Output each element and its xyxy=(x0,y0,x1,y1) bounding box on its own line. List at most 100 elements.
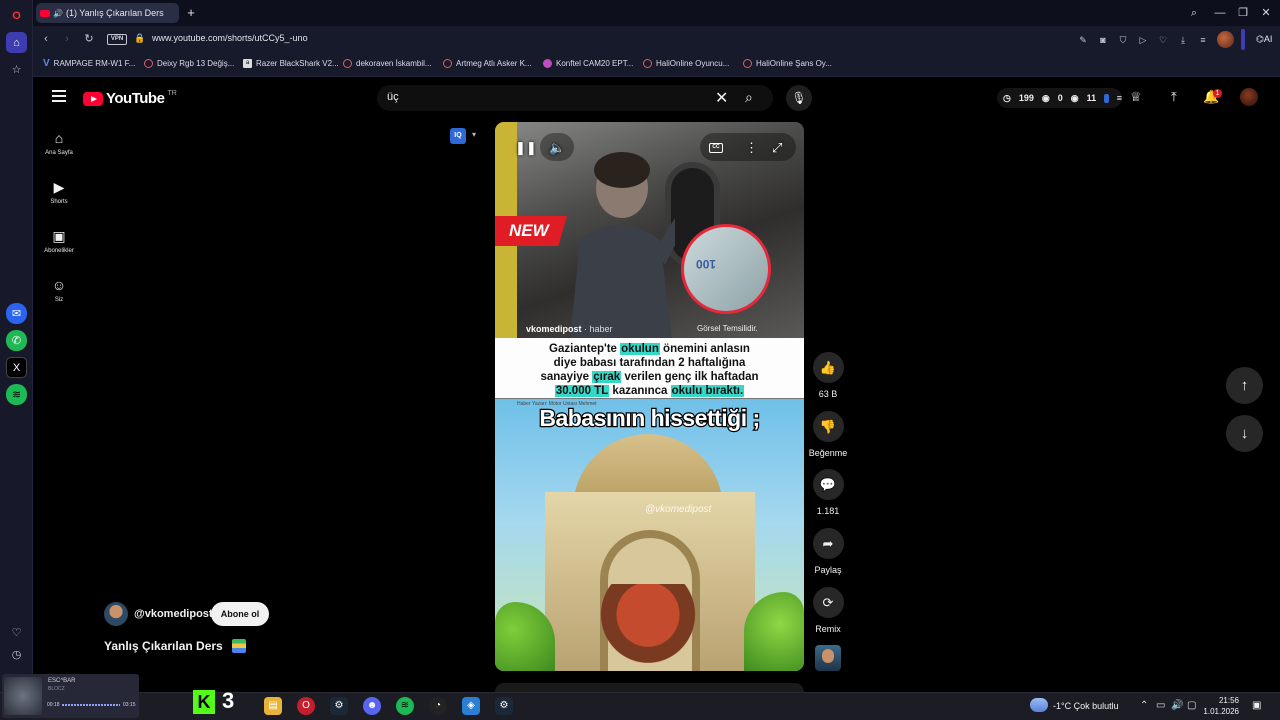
short-title[interactable]: Yanlış Çıkarılan Ders xyxy=(104,639,223,653)
whatsapp-icon[interactable]: ✆ xyxy=(6,330,27,351)
opera-sidebar: O ⌂ ☆ ✉ ✆ X ≋ ♡ ◷ xyxy=(0,0,33,692)
like-button[interactable]: 👍 63 B xyxy=(808,352,848,399)
dislike-button[interactable]: 👎 Beğenme xyxy=(808,411,848,458)
close-icon[interactable]: ✕ xyxy=(1257,4,1275,22)
bookmark-item[interactable]: Deixy Rgb 13 Değiş... xyxy=(144,59,234,68)
weather-cloud-icon[interactable] xyxy=(1030,698,1048,712)
ai-button[interactable]: ⌬AI xyxy=(1256,30,1280,49)
caption-line: 30.000 TL kazanınca okulu bıraktı. xyxy=(495,384,804,398)
forward-icon[interactable]: › xyxy=(59,31,75,47)
guide-item-shorts[interactable]: ▶ Shorts xyxy=(37,179,81,205)
bookmark-item[interactable]: a Razer BlackShark V2... xyxy=(243,59,339,68)
previous-short-button[interactable]: ↑ xyxy=(1226,367,1263,404)
notification-icon[interactable]: ▣ xyxy=(1252,700,1261,711)
steam-icon[interactable]: ⚙ xyxy=(330,697,348,715)
new-tab-button[interactable]: + xyxy=(183,5,199,21)
discord-icon[interactable]: ☻ xyxy=(363,697,381,715)
award-icon[interactable]: ♕ xyxy=(1130,89,1142,105)
clear-icon[interactable]: ✕ xyxy=(715,88,728,108)
share-button[interactable]: ➦ Paylaş xyxy=(808,528,848,575)
chevron-down-icon[interactable]: ▾ xyxy=(472,130,476,139)
menu-icon[interactable] xyxy=(52,90,66,104)
search-icon[interactable]: ⌕ xyxy=(745,89,753,106)
guide-item-home[interactable]: ⌂ Ana Sayfa xyxy=(37,130,81,156)
download-icon[interactable]: ⤓ xyxy=(1176,33,1190,47)
bookmark-item[interactable]: Konftel CAM20 EPT... xyxy=(543,59,633,68)
lock-icon[interactable]: 🔒 xyxy=(134,33,145,44)
reload-icon[interactable]: ↻ xyxy=(81,31,97,47)
opera-logo-icon[interactable]: O xyxy=(6,5,27,26)
gauge-icon[interactable]: ◔ xyxy=(429,697,447,715)
profile-avatar[interactable] xyxy=(1217,31,1234,48)
bookmark-item[interactable]: HaliOnline Şans Oy... xyxy=(743,59,832,68)
spotify-icon[interactable]: ≋ xyxy=(6,384,27,405)
channel-handle[interactable]: @vkomedipost xyxy=(134,608,213,620)
star-icon[interactable]: ☆ xyxy=(6,59,27,80)
list-icon[interactable]: ≡ xyxy=(1117,93,1122,103)
edit-icon[interactable]: ✎ xyxy=(1076,33,1090,47)
account-avatar[interactable] xyxy=(1240,88,1258,106)
x-icon[interactable]: X xyxy=(6,357,27,378)
captions-icon[interactable]: CC xyxy=(709,143,723,153)
region-code: TR xyxy=(167,90,177,97)
youtube-logo[interactable]: YouTube TR xyxy=(83,90,177,107)
speaker-icon[interactable]: 🔊 xyxy=(53,9,63,18)
home-icon[interactable]: ⌂ xyxy=(6,32,27,53)
menu-icon[interactable]: ≡ xyxy=(1196,33,1210,47)
chevron-up-icon[interactable]: ⌃ xyxy=(1140,700,1148,711)
search-input[interactable]: üç xyxy=(387,91,399,103)
app-icon[interactable]: ◈ xyxy=(462,697,480,715)
extension-stats[interactable]: ◷ 199 ◉ 0 ◉ 11 ≡ xyxy=(997,88,1122,108)
next-short-preview[interactable] xyxy=(495,683,804,692)
weather-text[interactable]: -1°C Çok bulutlu xyxy=(1053,701,1119,711)
shield-icon[interactable]: ⛉ xyxy=(1116,33,1130,47)
guide-item-you[interactable]: ☺ Siz xyxy=(37,277,81,303)
player-icon[interactable]: ▷ xyxy=(1136,33,1150,47)
search-tabs-icon[interactable]: ⌕ xyxy=(1185,4,1203,22)
guide-item-subscriptions[interactable]: ▣ Abonelikler xyxy=(37,228,81,254)
active-tab[interactable]: 🔊 (1) Yanlış Çıkarılan Ders xyxy=(36,3,179,23)
iq-extension-button[interactable]: IQ xyxy=(450,128,466,144)
kick-icon[interactable]: K xyxy=(193,690,215,714)
volume-icon[interactable]: 🔈 xyxy=(549,140,565,156)
sound-thumbnail[interactable] xyxy=(815,645,841,671)
file-explorer-icon[interactable]: ▤ xyxy=(264,697,282,715)
media-progress[interactable] xyxy=(62,704,120,706)
fullscreen-icon[interactable]: ⤢ xyxy=(772,140,782,156)
history-icon[interactable]: ◷ xyxy=(6,644,27,665)
url-field[interactable]: www.youtube.com/shorts/utCCy5_-uno xyxy=(152,33,308,43)
heart-icon[interactable]: ♡ xyxy=(1156,33,1170,47)
media-title: ESC^BAR xyxy=(48,678,76,684)
battery-icon[interactable]: ▭ xyxy=(1156,700,1165,711)
display-icon[interactable]: ▢ xyxy=(1187,700,1196,711)
bookmark-item[interactable]: V RAMPAGE RM-W1 F... xyxy=(43,59,135,69)
bookmark-item[interactable]: HaliOnline Oyuncu... xyxy=(643,59,729,68)
pause-icon[interactable]: ❚❚ xyxy=(515,140,537,156)
vpn-badge[interactable]: VPN xyxy=(107,34,127,45)
comments-button[interactable]: 💬 1.181 xyxy=(808,469,848,516)
steam-icon[interactable]: ⚙ xyxy=(495,697,513,715)
camera-icon[interactable]: ◙ xyxy=(1096,33,1110,47)
heart-icon[interactable]: ♡ xyxy=(6,622,27,643)
messenger-icon[interactable]: ✉ xyxy=(6,303,27,324)
opera-icon[interactable]: O xyxy=(297,697,315,715)
remix-button[interactable]: ⟳ Remix xyxy=(808,587,848,634)
extension-icon[interactable] xyxy=(1104,93,1109,103)
bookmark-item[interactable]: dekoraven İskambil... xyxy=(343,59,432,68)
speaker-icon[interactable]: 🔊 xyxy=(1171,700,1183,711)
restore-icon[interactable]: ❐ xyxy=(1234,4,1252,22)
bookmark-label: Razer BlackShark V2... xyxy=(256,59,339,68)
search-box[interactable]: üç ✕ ⌕ xyxy=(377,85,773,111)
bookmark-item[interactable]: Artmeg Atlı Asker K... xyxy=(443,59,532,68)
minimize-icon[interactable]: — xyxy=(1211,4,1229,22)
system-clock[interactable]: 21:56 1.01.2026 xyxy=(1199,695,1239,717)
spotify-icon[interactable]: ≋ xyxy=(396,697,414,715)
channel-avatar[interactable] xyxy=(104,602,128,626)
subscribe-button[interactable]: Abone ol xyxy=(211,602,269,626)
microphone-icon[interactable]: 🎙 xyxy=(786,85,812,111)
more-options-icon[interactable]: ⋮ xyxy=(745,140,758,156)
shorts-player[interactable]: 100 NEW vkomedipost · haber Görsel Temsi… xyxy=(495,122,804,671)
back-icon[interactable]: ‹ xyxy=(38,31,54,47)
next-short-button[interactable]: ↓ xyxy=(1226,415,1263,452)
upload-icon[interactable]: ⤒ xyxy=(1171,89,1177,105)
